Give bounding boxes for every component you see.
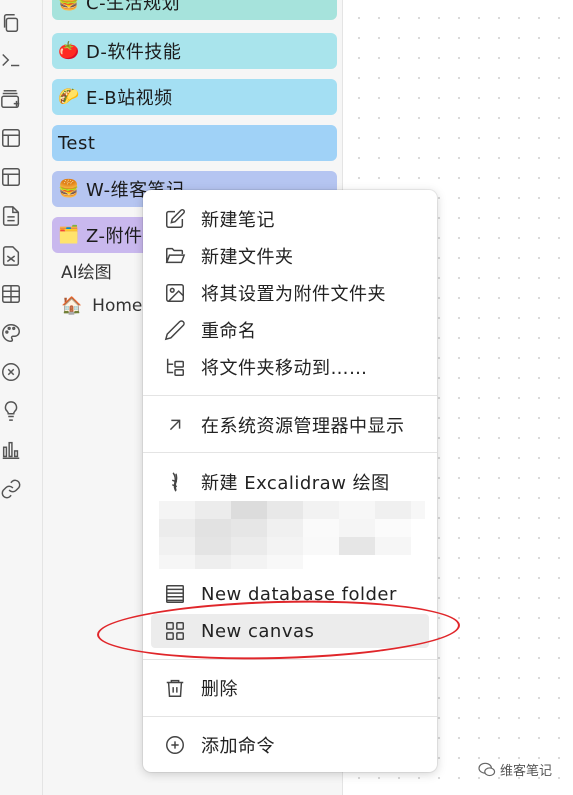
file-label: AI绘图 xyxy=(61,263,112,283)
edit-icon xyxy=(163,207,187,231)
file-text-icon[interactable] xyxy=(0,205,22,227)
folder-emoji-icon: 🍔 xyxy=(58,179,80,199)
folder-item[interactable]: Test xyxy=(52,125,337,161)
menu-item-label: 将文件夹移动到…… xyxy=(201,358,368,379)
menu-item-show-in-explorer[interactable]: 在系统资源管理器中显示 xyxy=(151,408,429,442)
folder-emoji-icon: 🍔 xyxy=(58,0,80,12)
table-icon[interactable] xyxy=(0,283,22,305)
menu-item-label: 新建文件夹 xyxy=(201,247,294,268)
menu-item-label: 删除 xyxy=(201,679,238,700)
folder-label: Test xyxy=(58,132,96,154)
menu-item-label: 将其设置为附件文件夹 xyxy=(201,284,386,305)
menu-item-rename[interactable]: 重命名 xyxy=(151,313,429,347)
folder-emoji-icon: 🗂️ xyxy=(58,225,80,245)
wechat-icon xyxy=(478,762,496,776)
folder-item[interactable]: 🌮 E-B站视频 xyxy=(52,79,337,115)
menu-item-add-command[interactable]: 添加命令 xyxy=(151,728,429,762)
home-icon: 🏠 xyxy=(61,296,83,316)
copy-icon[interactable] xyxy=(0,12,22,34)
menu-item-label: 新建笔记 xyxy=(201,210,275,231)
layout-icon[interactable] xyxy=(0,127,22,149)
menu-separator xyxy=(143,716,437,717)
folder-label: E-B站视频 xyxy=(86,88,173,109)
context-menu: 新建笔记 新建文件夹 将其设置为附件文件夹 重命名 将文件夹移动到…… 在系统资… xyxy=(143,190,437,772)
image-icon xyxy=(163,281,187,305)
folder-label: D-软件技能 xyxy=(86,42,182,63)
left-ribbon xyxy=(0,0,43,795)
menu-separator xyxy=(143,452,437,453)
watermark: 维客笔记 xyxy=(478,760,552,779)
pencil-icon xyxy=(163,318,187,342)
menu-item-new-note[interactable]: 新建笔记 xyxy=(151,202,429,236)
file-item[interactable]: AI绘图 xyxy=(61,258,112,283)
folder-label: Z-附件 xyxy=(86,226,143,247)
watermark-label: 维客笔记 xyxy=(500,764,553,779)
menu-item-label: 重命名 xyxy=(201,321,257,342)
menu-item-move-folder[interactable]: 将文件夹移动到…… xyxy=(151,350,429,384)
folder-tree-icon xyxy=(163,355,187,379)
menu-item-new-excalidraw[interactable]: 新建 Excalidraw 绘图 xyxy=(151,465,429,499)
lightbulb-icon[interactable] xyxy=(0,400,22,422)
menu-item-label: 在系统资源管理器中显示 xyxy=(201,416,405,437)
database-icon xyxy=(163,582,187,606)
folder-open-icon xyxy=(163,244,187,268)
card-add-icon[interactable] xyxy=(0,88,22,110)
menu-item-new-folder[interactable]: 新建文件夹 xyxy=(151,239,429,273)
menu-separator xyxy=(143,659,437,660)
link-icon[interactable] xyxy=(0,478,22,500)
menu-separator xyxy=(143,395,437,396)
folder-item[interactable]: 🍅 D-软件技能 xyxy=(52,33,337,69)
bar-chart-icon[interactable] xyxy=(0,439,22,461)
file-item[interactable]: 🏠 Home xyxy=(61,296,142,316)
arrow-up-right-icon xyxy=(163,413,187,437)
folder-emoji-icon: 🌮 xyxy=(58,87,80,107)
palette-icon[interactable] xyxy=(0,322,22,344)
folder-emoji-icon: 🍅 xyxy=(58,41,80,61)
plus-circle-icon xyxy=(163,733,187,757)
folder-label: C-生活规划 xyxy=(86,0,181,14)
menu-item-set-attachment-folder[interactable]: 将其设置为附件文件夹 xyxy=(151,276,429,310)
terminal-icon[interactable] xyxy=(0,49,22,71)
file-label: Home xyxy=(92,296,143,316)
folder-item[interactable]: 🍔 C-生活规划 xyxy=(52,0,337,20)
excalidraw-icon xyxy=(163,470,187,494)
trash-icon xyxy=(163,676,187,700)
circle-x-icon[interactable] xyxy=(0,361,22,383)
menu-item-delete[interactable]: 删除 xyxy=(151,671,429,705)
file-diff-icon[interactable] xyxy=(0,245,22,267)
layout-alt-icon[interactable] xyxy=(0,166,22,188)
menu-item-label: 添加命令 xyxy=(201,736,275,757)
menu-item-label: 新建 Excalidraw 绘图 xyxy=(201,473,390,494)
